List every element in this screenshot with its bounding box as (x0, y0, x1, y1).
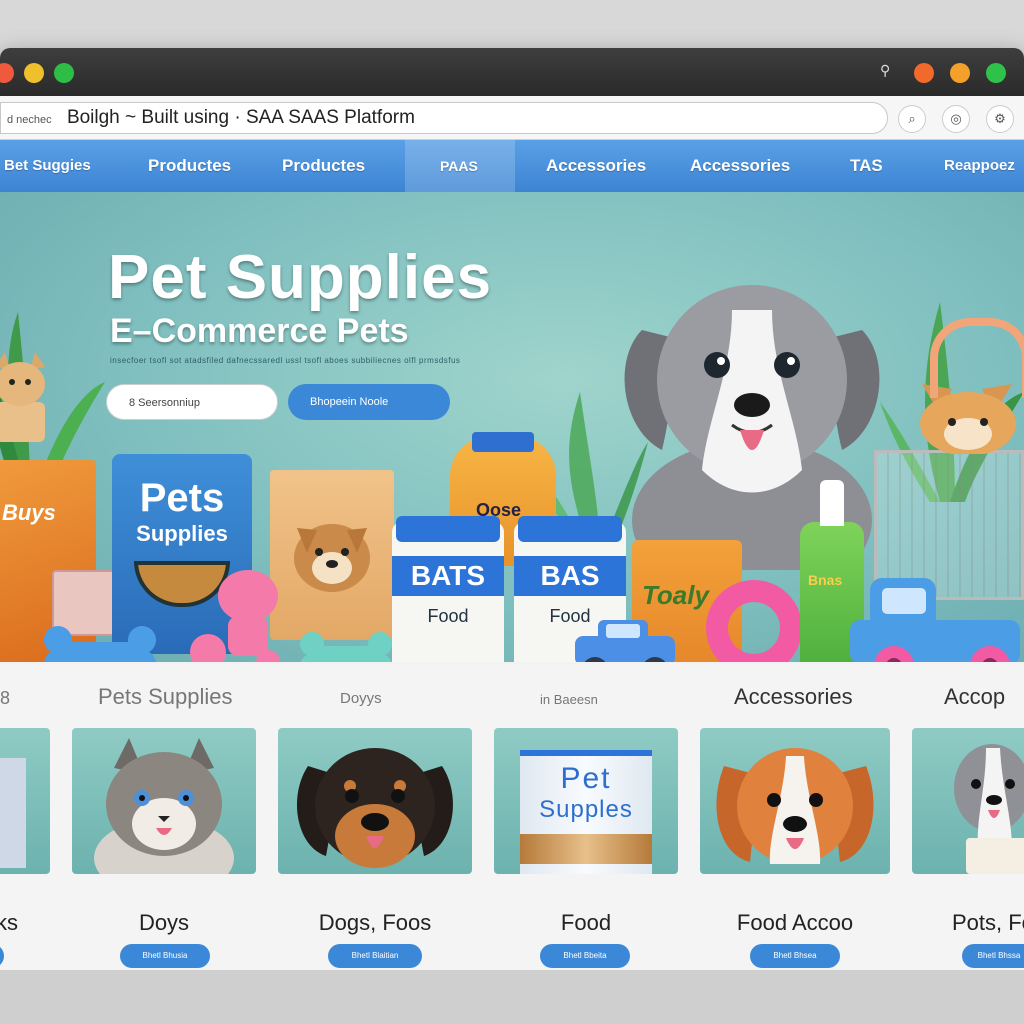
product-card-5[interactable]: Pots, Fo Bhetl Bhssa (912, 728, 1024, 968)
teal-bone-toy[interactable] (296, 628, 396, 662)
product-card-3-image: Pet Supples (494, 728, 678, 874)
food-jar-1-lid (396, 516, 500, 542)
food-jar-1-line2: Food (427, 606, 469, 626)
food-jar-1[interactable]: BATS Food (392, 516, 504, 662)
product-card-2-image (278, 728, 472, 874)
pet-supplies-can: Pet Supples (520, 750, 652, 874)
settings-icon[interactable]: ⚙ (986, 105, 1014, 133)
hero-secondary-button[interactable]: 8 Seersonniup (106, 384, 278, 420)
product-card-5-button[interactable]: Bhetl Bhssa (962, 944, 1024, 968)
product-card-5-image (912, 728, 1024, 874)
product-card-0-title: ks (0, 910, 18, 935)
can-line1: Pet (560, 762, 612, 795)
product-card-3[interactable]: Pet Supples Food Bhetl Bbeita (494, 728, 678, 968)
product-card-2[interactable]: Dogs, Foos Bhetl Blaitian (278, 728, 472, 968)
product-card-1-title: Doys (138, 910, 190, 935)
hero-title: Pet Supplies (108, 243, 493, 312)
nav-item-productes-2[interactable]: Productes (282, 140, 365, 192)
address-bar: d nechec Boilgh ~ Built using · SAA SAAS… (0, 96, 1024, 140)
url-text: Boilgh ~ Built using · SAA SAAS Platform (66, 107, 415, 128)
orange-status-dot[interactable] (914, 63, 934, 83)
blue-toy-car-small[interactable] (570, 616, 680, 662)
nav-item-accessories-1[interactable]: Accessories (546, 140, 646, 192)
product-card-4-button[interactable]: Bhetl Bhsea (750, 944, 840, 968)
green-bottle-label: Bnas (808, 572, 843, 588)
can-food-strip (520, 834, 652, 864)
pink-figure-toy[interactable] (188, 566, 288, 662)
category-tab-accop[interactable]: Accop (944, 684, 1005, 710)
hero-subtitle: E–Commerce Pets (110, 312, 409, 350)
food-jar-1-line1: BATS (410, 560, 486, 591)
product-card-1-button[interactable]: Bhetl Bhusia (120, 944, 210, 968)
basket-handle (930, 318, 1024, 398)
product-card-4-title: Food Accoo (736, 910, 854, 935)
nav-item-reappoez[interactable]: Reappoez (944, 140, 1015, 192)
amber-status-dot[interactable] (950, 63, 970, 83)
category-tab-accessories[interactable]: Accessories (734, 684, 853, 710)
category-label-edge[interactable]: 8 (0, 688, 10, 709)
cat-portrait-illustration (94, 738, 234, 874)
product-card-3-title: Food (560, 910, 612, 935)
blue-bone-toy[interactable] (40, 622, 160, 662)
product-cards-row: ks Doys Bhetl Bhusia Dogs, Foos Bhetl Bl… (0, 724, 1024, 970)
black-tan-dog-illustration (296, 748, 454, 868)
url-prefix: d nechec (7, 114, 52, 126)
product-card-2-button[interactable]: Bhetl Blaitian (328, 944, 422, 968)
product-box-left-label: Buys (2, 500, 56, 525)
hero-banner: Pet Supplies E–Commerce Pets insecfoer t… (0, 192, 1024, 662)
food-jar-2-lid (518, 516, 622, 542)
cat-toy-illustration (0, 352, 45, 442)
category-tabs: 8 Pets Supplies Doyys in Baeesn Accessor… (0, 664, 1024, 724)
product-card-0-box (0, 758, 26, 868)
nav-item-accessories-2[interactable]: Accessories (690, 140, 790, 192)
product-card-1[interactable]: Doys Bhetl Bhusia (72, 728, 256, 968)
pets-supplies-box-line2: Supplies (136, 521, 228, 546)
blue-toy-truck[interactable] (850, 570, 1024, 662)
main-nav: Bet Suggies Productes Productes PAAS Acc… (0, 140, 1024, 192)
grey-puppy-illustration (954, 744, 1024, 848)
url-input[interactable]: d nechec Boilgh ~ Built using · SAA SAAS… (0, 102, 888, 134)
close-window-button[interactable] (0, 63, 14, 83)
title-bar: ⚲ (0, 48, 1024, 96)
product-card-0[interactable]: ks (0, 728, 50, 968)
category-tab-pets-supplies[interactable]: Pets Supplies (98, 684, 233, 710)
product-card-1-image (72, 728, 256, 874)
can-line2: Supples (539, 796, 633, 823)
food-jar-2-line1: BAS (540, 560, 600, 591)
extension-icon[interactable]: ⚲ (880, 62, 890, 79)
browser-window: ⚲ d nechec Boilgh ~ Built using · SAA SA… (0, 48, 1024, 970)
product-card-2-title: Dogs, Foos (318, 910, 432, 935)
product-card-0-image (0, 728, 50, 874)
pets-supplies-box-line1: Pets (139, 476, 225, 520)
product-card-4[interactable]: Food Accoo Bhetl Bhsea (700, 728, 890, 968)
product-card-5-food-bag (966, 838, 1024, 874)
nav-item-productes-1[interactable]: Productes (148, 140, 231, 192)
search-icon[interactable]: ⌕ (898, 105, 926, 133)
product-card-5-title: Pots, Fo (952, 910, 1024, 935)
hero-primary-button[interactable]: Bhopeein Noole (288, 384, 450, 420)
dog-face-icon (294, 524, 370, 592)
nav-item-tas[interactable]: TAS (850, 140, 883, 192)
nav-item-bet-suggies[interactable]: Bet Suggies (4, 140, 91, 192)
product-card-4-image (700, 728, 890, 874)
honey-jar-cap (472, 432, 534, 452)
profile-icon[interactable]: ◎ (942, 105, 970, 133)
dog-food-bag[interactable] (270, 470, 394, 640)
maximize-window-button[interactable] (54, 63, 74, 83)
product-card-0-button[interactable] (0, 944, 4, 968)
green-status-dot[interactable] (986, 63, 1006, 83)
category-tab-doyys[interactable]: Doyys (340, 690, 382, 707)
product-card-3-button[interactable]: Bhetl Bbeita (540, 944, 630, 968)
minimize-window-button[interactable] (24, 63, 44, 83)
desktop-background (0, 970, 1024, 1024)
orange-food-can-label: Toaly (642, 580, 709, 610)
green-bottle-nozzle (820, 480, 844, 526)
hero-fine-print: insecfoer tsofl sot atadsfiled dafnecssa… (110, 356, 461, 365)
nav-item-paas[interactable]: PAAS (440, 140, 478, 192)
orange-white-dog-illustration (716, 748, 874, 864)
pink-ring-toy[interactable] (706, 580, 802, 662)
category-tab-baeesn[interactable]: in Baeesn (540, 692, 598, 707)
